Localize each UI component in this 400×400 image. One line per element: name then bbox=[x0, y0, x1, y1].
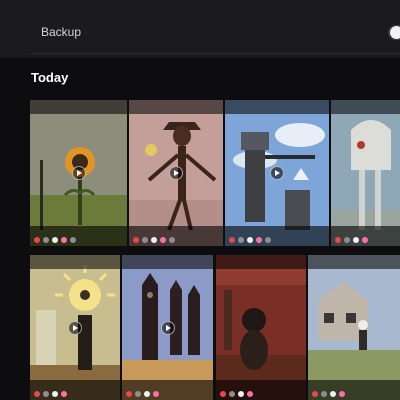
thumbnail-flower-creature[interactable] bbox=[30, 100, 127, 246]
play-icon bbox=[71, 166, 86, 180]
thumbnail-footer-bar bbox=[308, 380, 400, 400]
thumbnail-footer-bar bbox=[129, 226, 223, 246]
thumbnail-footer-bar bbox=[225, 226, 329, 246]
thumbnail-hooded-figures[interactable] bbox=[122, 255, 213, 400]
thumbnail-footer-bar bbox=[331, 226, 400, 246]
play-icon bbox=[270, 166, 284, 180]
play-icon bbox=[169, 166, 183, 180]
thumbnail-water-tower[interactable] bbox=[225, 100, 329, 246]
thumbnail-footer-bar bbox=[30, 226, 127, 246]
thumbnail-footer-bar bbox=[216, 380, 306, 400]
media-grid bbox=[0, 0, 400, 400]
thumbnail-scarecrow-figure[interactable] bbox=[129, 100, 223, 246]
play-icon bbox=[160, 320, 175, 335]
thumbnail-header-bar bbox=[225, 100, 329, 114]
thumbnail-skeleton-monster[interactable] bbox=[331, 100, 400, 246]
thumbnail-header-bar bbox=[216, 255, 306, 269]
thumbnail-footer-bar bbox=[30, 380, 120, 400]
thumbnail-house-figure[interactable] bbox=[308, 255, 400, 400]
thumbnail-image bbox=[331, 100, 400, 246]
thumbnail-header-bar bbox=[30, 100, 127, 114]
thumbnail-image bbox=[308, 255, 400, 400]
thumbnail-footer-bar bbox=[122, 380, 213, 400]
thumbnail-header-bar bbox=[331, 100, 400, 114]
thumbnail-header-bar bbox=[308, 255, 400, 269]
thumbnail-header-bar bbox=[30, 255, 120, 269]
thumbnail-image bbox=[216, 255, 306, 400]
thumbnail-header-bar bbox=[122, 255, 213, 269]
play-icon bbox=[68, 320, 82, 335]
thumbnail-red-room-figure[interactable] bbox=[216, 255, 306, 400]
thumbnail-header-bar bbox=[129, 100, 223, 114]
thumbnail-sun-eye-figure[interactable] bbox=[30, 255, 120, 400]
